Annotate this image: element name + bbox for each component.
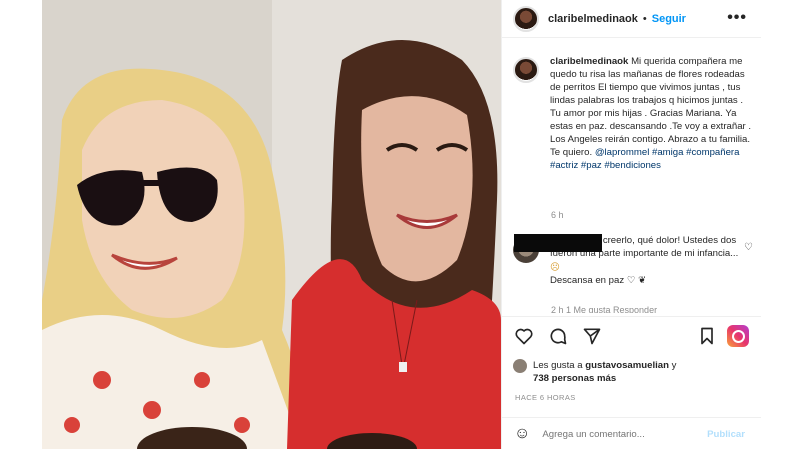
- caption-body: Mi querida compañera me quedo tu risa la…: [550, 56, 752, 158]
- add-comment-bar: ☺ Publicar: [502, 417, 761, 449]
- header-separator: •: [642, 12, 647, 25]
- author-avatar[interactable]: [513, 5, 539, 32]
- comment-hearts: ♡ ❦: [626, 275, 647, 287]
- reels-icon[interactable]: [727, 325, 749, 347]
- heart-icon[interactable]: [513, 325, 535, 347]
- more-horizontal-icon[interactable]: •••: [727, 9, 747, 27]
- author-username[interactable]: claribelmedinaok: [548, 13, 638, 25]
- post-side-panel: claribelmedinaok • Seguir ••• claribelme…: [501, 0, 761, 449]
- photo-illustration: [42, 0, 501, 449]
- caption-avatar[interactable]: [513, 57, 539, 83]
- caption-text: claribelmedinaok Mi querida compañera me…: [550, 55, 753, 172]
- follow-button[interactable]: Seguir: [652, 13, 686, 25]
- comment-meta[interactable]: 2 h 1 Me gusta Responder: [551, 305, 657, 313]
- comment-input[interactable]: [542, 428, 693, 440]
- comment-like-heart-icon[interactable]: ♡: [744, 242, 753, 253]
- likes-text: Les gusta a gustavosamuelian y 738 perso…: [533, 359, 676, 385]
- likes-conj: y: [671, 360, 677, 371]
- action-icons: [513, 325, 603, 347]
- right-gutter: [760, 0, 800, 449]
- comment-icon[interactable]: [547, 325, 569, 347]
- caption-timestamp[interactable]: 6 h: [551, 210, 564, 220]
- emoji-icon[interactable]: ☺: [514, 425, 530, 443]
- actions-section: Les gusta a gustavosamuelian y 738 perso…: [502, 316, 761, 449]
- sad-emoji: ☹: [550, 261, 561, 273]
- post-header: claribelmedinaok • Seguir •••: [502, 0, 761, 38]
- comment-item: n No puedo creerlo, qué dolor! Ustedes d…: [513, 234, 755, 288]
- caption-username[interactable]: claribelmedinaok: [550, 56, 628, 67]
- liker-username[interactable]: gustavosamuelian: [585, 360, 669, 371]
- likes-summary: Les gusta a gustavosamuelian y 738 perso…: [513, 359, 676, 385]
- left-gutter: [0, 0, 42, 449]
- posted-time[interactable]: HACE 6 HORAS: [515, 393, 576, 402]
- share-icon[interactable]: [581, 325, 603, 347]
- post-photo[interactable]: [42, 0, 501, 449]
- post-caption: claribelmedinaok Mi querida compañera me…: [513, 55, 753, 172]
- likes-count[interactable]: 738 personas más: [533, 373, 616, 384]
- liker-avatar[interactable]: [513, 359, 527, 373]
- publish-button[interactable]: Publicar: [707, 429, 745, 440]
- bookmark-icon[interactable]: [696, 325, 718, 347]
- likes-prefix: Les gusta a: [533, 360, 583, 371]
- comment-line2: Descansa en paz: [550, 275, 625, 287]
- censor-bar: [514, 234, 602, 252]
